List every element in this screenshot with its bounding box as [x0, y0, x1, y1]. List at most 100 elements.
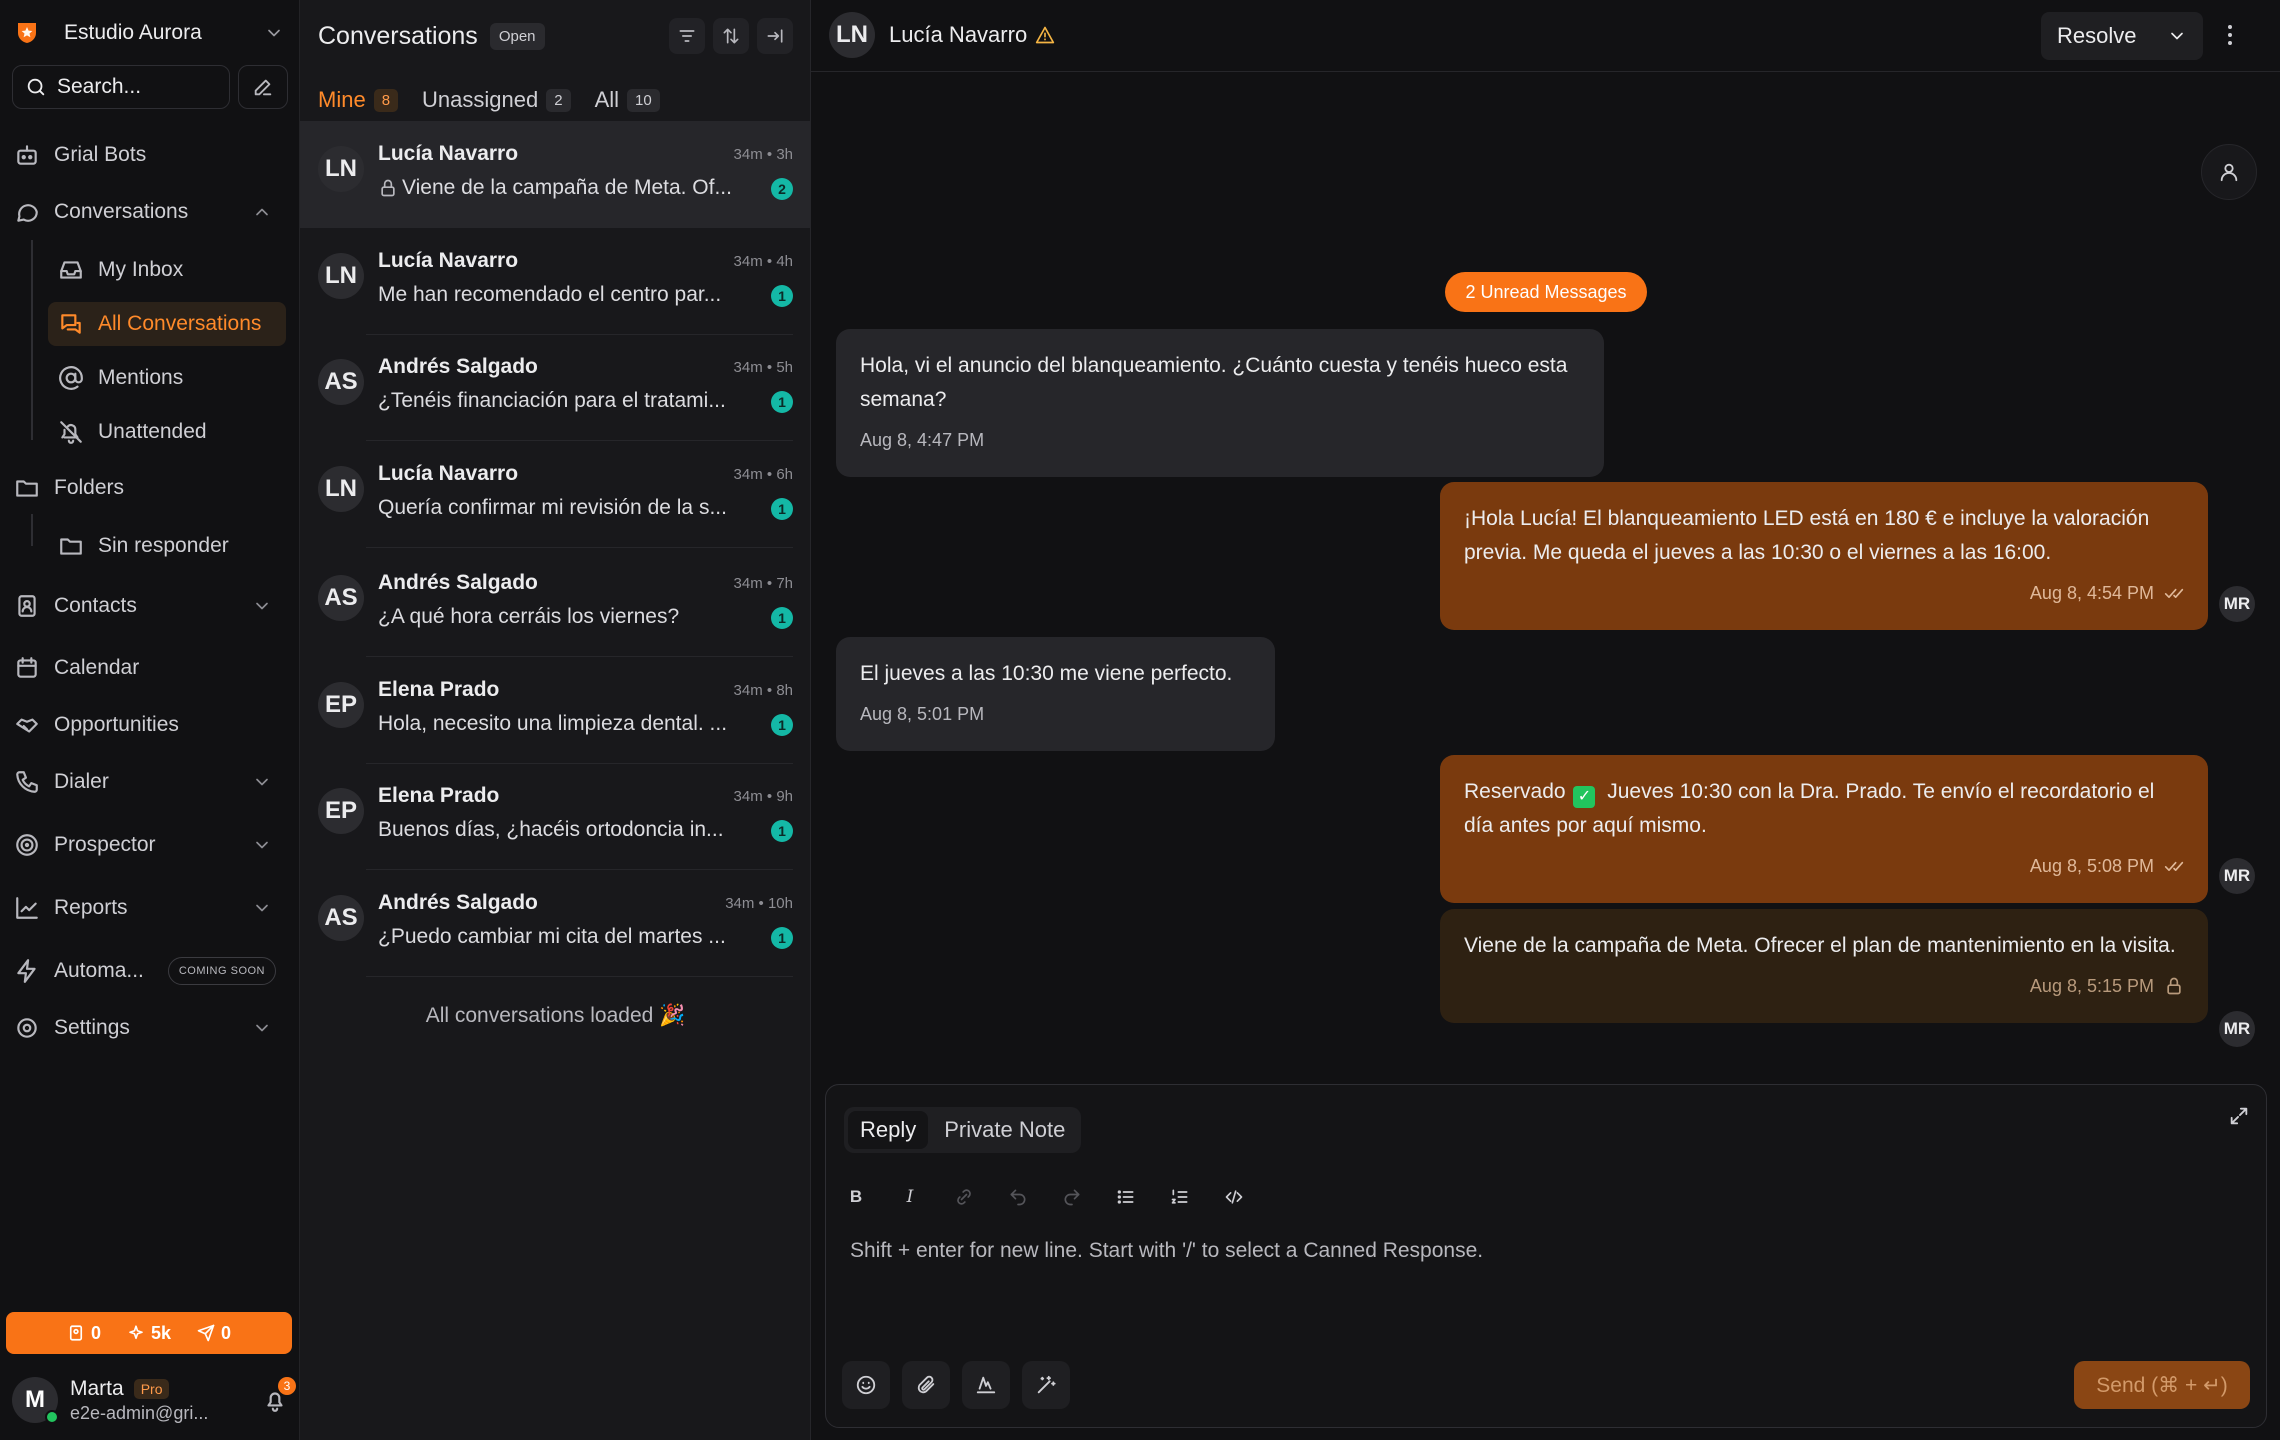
contact-details-button[interactable]	[2201, 144, 2257, 200]
workspace-switcher[interactable]: Estudio Aurora	[14, 14, 284, 52]
nav-contacts[interactable]: Contacts	[14, 584, 286, 628]
conversation-item[interactable]: LN Lucía Navarro 34m • 4h Me han recomen…	[300, 229, 811, 335]
tab-label: All	[594, 87, 620, 112]
link-button[interactable]	[948, 1181, 980, 1213]
search-box[interactable]	[12, 65, 230, 109]
nav-dialer[interactable]: Dialer	[14, 760, 286, 804]
preview-text: Quería confirmar mi revisión de la s...	[378, 496, 727, 519]
conversation-item[interactable]: LN Lucía Navarro 34m • 6h Quería confirm…	[300, 442, 811, 548]
status-filter-badge[interactable]: Open	[489, 22, 545, 50]
tab-unassigned[interactable]: Unassigned 2	[422, 78, 571, 122]
sort-button[interactable]	[713, 18, 749, 54]
nav-settings[interactable]: Settings	[14, 1006, 286, 1050]
message-preview: Hola, necesito una limpieza dental. ...	[378, 712, 748, 736]
divider	[366, 869, 793, 870]
italic-button[interactable]: I	[894, 1181, 926, 1213]
chat-contact[interactable]: Lucía Navarro	[889, 22, 1055, 48]
expand-icon	[2230, 1107, 2248, 1125]
code-button[interactable]	[1218, 1181, 1250, 1213]
private-note-tab[interactable]: Private Note	[932, 1111, 1077, 1149]
ai-assist-button[interactable]	[1022, 1361, 1070, 1409]
notifications-button[interactable]: 3	[262, 1377, 296, 1413]
bullet-list-button[interactable]	[1110, 1181, 1142, 1213]
message-preview: Me han recomendado el centro par...	[378, 283, 748, 307]
unread-messages-pill[interactable]: 2 Unread Messages	[1445, 272, 1647, 312]
nav-opportunities[interactable]: Opportunities	[14, 703, 286, 747]
nav-mentions[interactable]: Mentions	[48, 356, 286, 400]
conversation-item[interactable]: EP Elena Prado 34m • 8h Hola, necesito u…	[300, 658, 811, 764]
divider	[366, 440, 793, 441]
nav-prospector[interactable]: Prospector	[14, 823, 286, 867]
resolve-button[interactable]: Resolve	[2041, 12, 2203, 60]
paperclip-icon	[917, 1375, 935, 1394]
nav-reports[interactable]: Reports	[14, 886, 286, 930]
conversation-item[interactable]: AS Andrés Salgado 34m • 10h ¿Puedo cambi…	[300, 871, 811, 977]
search-input[interactable]	[57, 75, 207, 99]
unread-count-badge: 1	[771, 820, 793, 842]
nav-folders[interactable]: Folders	[14, 466, 286, 510]
send-credits: 0	[197, 1323, 231, 1344]
send-button[interactable]: Send (⌘ + ↵)	[2074, 1361, 2250, 1409]
nav-label: Settings	[54, 1016, 130, 1039]
numbered-list-button[interactable]	[1164, 1181, 1196, 1213]
bold-button[interactable]: B	[840, 1181, 872, 1213]
avatar: AS	[318, 575, 364, 621]
contact-credits-value: 0	[90, 1322, 101, 1343]
filter-button[interactable]	[669, 18, 705, 54]
sidebar: Estudio Aurora Grial Bots Conversations …	[0, 0, 300, 1440]
conversation-list-panel: Conversations Open Mine 8 Unassigned 2 A…	[300, 0, 811, 1440]
attach-button[interactable]	[902, 1361, 950, 1409]
avatar[interactable]: LN	[829, 12, 875, 58]
message-text-start: Reservado	[1464, 780, 1566, 803]
chevron-down-icon[interactable]	[2167, 26, 2187, 46]
compose-button[interactable]	[238, 65, 288, 109]
message-text: El jueves a las 10:30 me viene perfecto.	[860, 662, 1233, 685]
tab-all[interactable]: All 10	[595, 78, 660, 122]
nav-automations[interactable]: Automa... COMING SOON	[14, 949, 286, 993]
message-input[interactable]	[850, 1239, 2230, 1263]
collapse-panel-button[interactable]	[757, 18, 793, 54]
conversation-item[interactable]: AS Andrés Salgado 34m • 7h ¿A qué hora c…	[300, 551, 811, 657]
nav-all-conversations[interactable]: All Conversations	[48, 302, 286, 346]
contact-name: Elena Prado	[378, 678, 500, 701]
workspace-logo-icon	[18, 23, 36, 43]
avatar: M	[12, 1377, 59, 1424]
timestamp: 34m • 4h	[733, 253, 793, 270]
emoji-button[interactable]	[842, 1361, 890, 1409]
redo-button[interactable]	[1056, 1181, 1088, 1213]
nav-calendar[interactable]: Calendar	[14, 646, 286, 690]
conversation-list-title: Conversations	[318, 21, 478, 50]
chevron-down-icon	[256, 602, 268, 610]
nav-my-inbox[interactable]: My Inbox	[48, 248, 286, 292]
nav-unattended[interactable]: Unattended	[48, 410, 286, 454]
lightning-icon	[17, 959, 36, 983]
nav-conversations[interactable]: Conversations	[14, 190, 286, 234]
tab-mine[interactable]: Mine 8	[318, 78, 399, 124]
code-icon	[1225, 1190, 1243, 1204]
user-info: Marta Pro e2e-admin@gri...	[70, 1377, 262, 1424]
conversation-item[interactable]: AS Andrés Salgado 34m • 5h ¿Tenéis finan…	[300, 335, 811, 441]
nav-label: Mentions	[98, 366, 184, 389]
nav-folder-sin-responder[interactable]: Sin responder	[48, 524, 286, 568]
chart-line-icon	[16, 897, 38, 919]
credits-bar[interactable]: 0 5k 0	[6, 1312, 292, 1354]
conversation-item[interactable]: EP Elena Prado 34m • 9h Buenos días, ¿ha…	[300, 764, 811, 870]
resolve-label: Resolve	[2057, 23, 2137, 48]
reply-tab[interactable]: Reply	[848, 1111, 929, 1149]
preview-text: Hola, necesito una limpieza dental. ...	[378, 712, 728, 735]
pencil-icon	[254, 79, 272, 96]
expand-editor-button[interactable]	[2228, 1105, 2250, 1127]
more-options-button[interactable]	[2226, 22, 2234, 48]
message-preview: Quería confirmar mi revisión de la s...	[378, 496, 748, 520]
preview-text: Me han recomendado el centro par...	[378, 283, 722, 306]
user-profile[interactable]: M Marta Pro e2e-admin@gri... 3	[12, 1372, 296, 1428]
message-time: Aug 8, 4:54 PM	[2029, 583, 2154, 603]
signature-button[interactable]	[962, 1361, 1010, 1409]
contact-name: Lucía Navarro	[378, 142, 519, 165]
chat-panel: LN Lucía Navarro Resolve 2 Unread Messag…	[811, 0, 2280, 1440]
tab-count: 8	[373, 88, 399, 112]
agent-avatar: MR	[2219, 1011, 2255, 1047]
nav-grial-bots[interactable]: Grial Bots	[14, 133, 286, 177]
conversation-item[interactable]: LN Lucía Navarro 34m • 3h Viene de la ca…	[300, 122, 811, 228]
undo-button[interactable]	[1002, 1181, 1034, 1213]
